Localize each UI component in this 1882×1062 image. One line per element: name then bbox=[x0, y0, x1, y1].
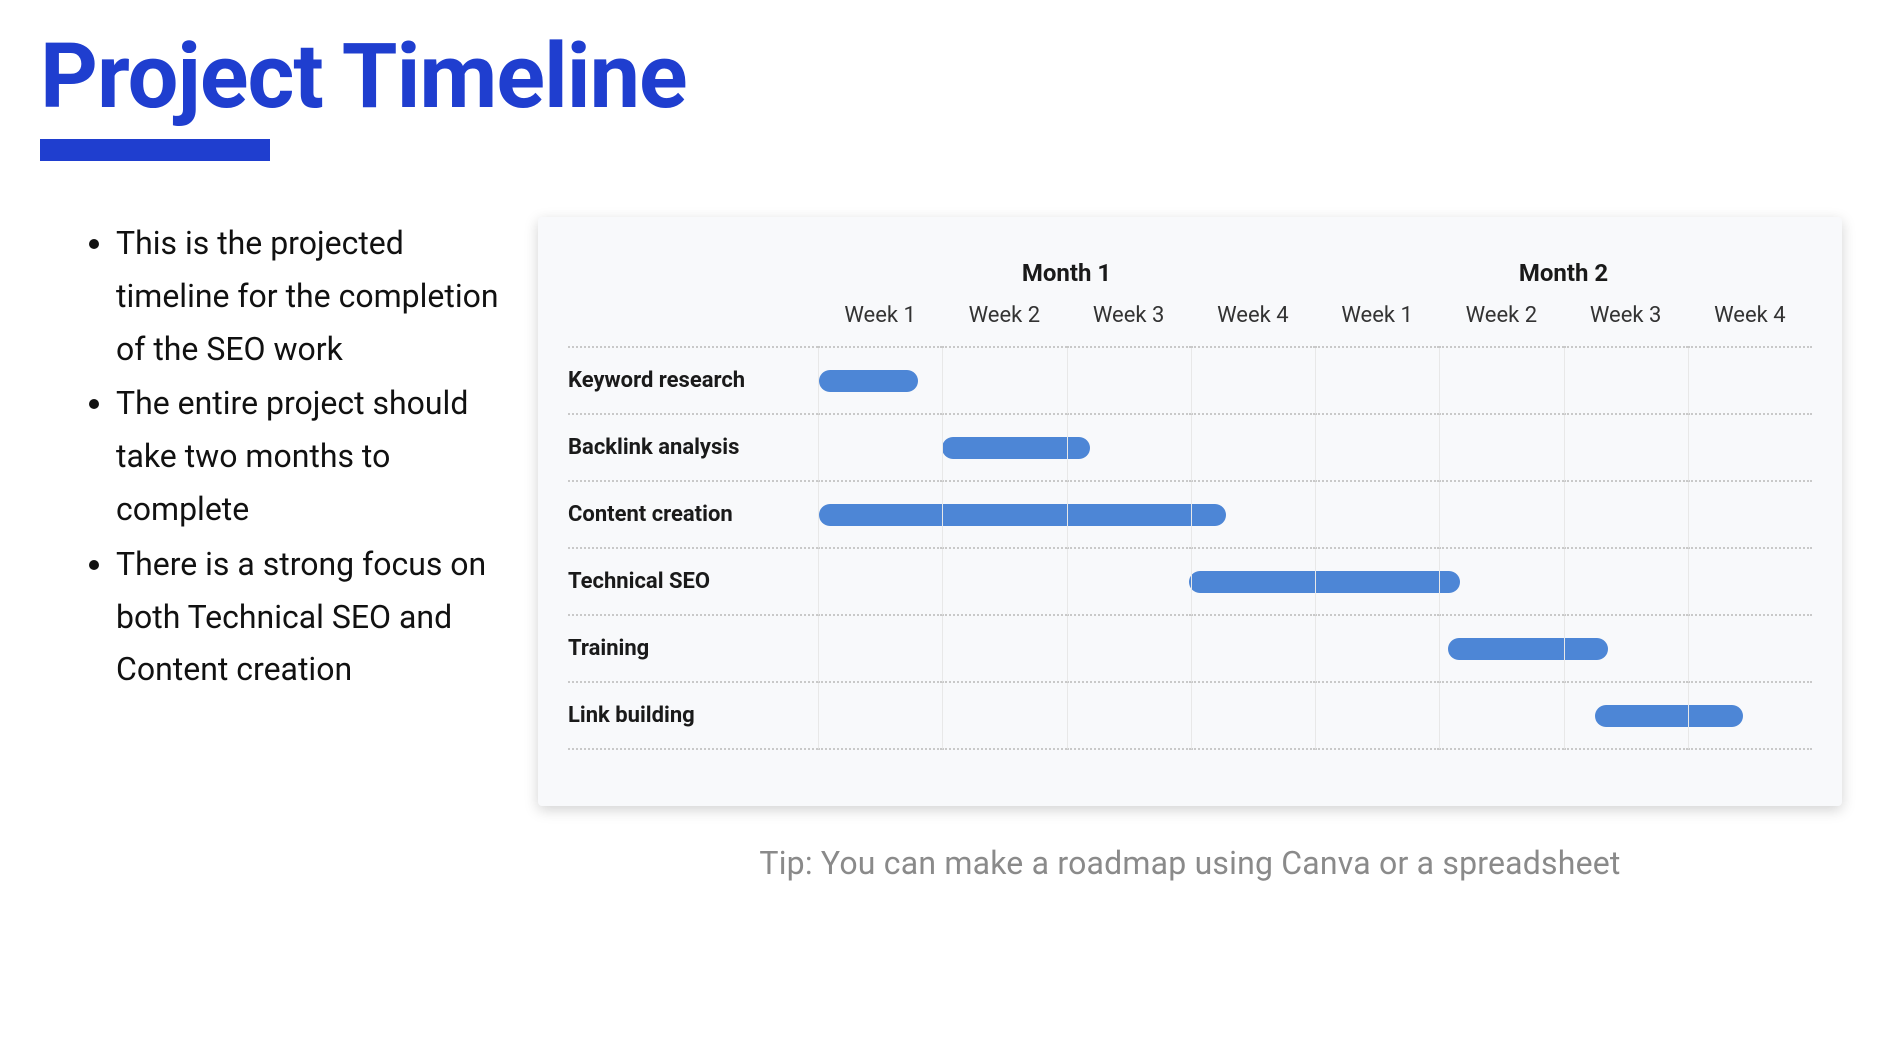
task-slot bbox=[1439, 616, 1563, 683]
task-slot bbox=[1067, 616, 1191, 683]
task-slot bbox=[1191, 348, 1315, 415]
bullet-list: This is the projected timeline for the c… bbox=[40, 217, 500, 698]
task-slot bbox=[1191, 482, 1315, 549]
bullet-item: This is the projected timeline for the c… bbox=[116, 217, 500, 375]
task-label: Link building bbox=[568, 683, 818, 750]
task-slot bbox=[1191, 616, 1315, 683]
tip-text: Tip: You can make a roadmap using Canva … bbox=[538, 844, 1842, 882]
task-slot bbox=[942, 482, 1066, 549]
task-slot bbox=[1564, 415, 1688, 482]
task-slot bbox=[1315, 482, 1439, 549]
task-slot bbox=[1067, 683, 1191, 750]
header-spacer bbox=[568, 301, 818, 348]
task-slot bbox=[1439, 482, 1563, 549]
task-slot bbox=[1688, 415, 1812, 482]
week-header: Week 2 bbox=[942, 301, 1066, 348]
title-underline bbox=[40, 139, 270, 161]
week-header: Week 4 bbox=[1688, 301, 1812, 348]
week-header: Week 2 bbox=[1439, 301, 1563, 348]
task-label: Content creation bbox=[568, 482, 818, 549]
task-slot bbox=[942, 415, 1066, 482]
task-slot bbox=[1315, 549, 1439, 616]
task-slot bbox=[1688, 549, 1812, 616]
task-slot bbox=[818, 348, 942, 415]
header-spacer bbox=[568, 251, 818, 301]
task-slot bbox=[1439, 415, 1563, 482]
task-slot bbox=[1315, 415, 1439, 482]
task-label: Keyword research bbox=[568, 348, 818, 415]
task-slot bbox=[1439, 348, 1563, 415]
task-slot bbox=[1688, 482, 1812, 549]
task-slot bbox=[818, 482, 942, 549]
task-slot bbox=[1439, 683, 1563, 750]
month-header: Month 2 bbox=[1315, 251, 1812, 301]
task-slot bbox=[942, 549, 1066, 616]
task-slot bbox=[1688, 348, 1812, 415]
task-slot bbox=[818, 549, 942, 616]
page-title: Project Timeline bbox=[40, 24, 1842, 129]
gantt-chart: Month 1Month 2Week 1Week 2Week 3Week 4We… bbox=[538, 217, 1842, 806]
bullet-item: There is a strong focus on both Technica… bbox=[116, 538, 500, 696]
task-label: Training bbox=[568, 616, 818, 683]
task-slot bbox=[1564, 549, 1688, 616]
task-slot bbox=[1067, 549, 1191, 616]
task-slot bbox=[818, 415, 942, 482]
task-slot bbox=[1688, 616, 1812, 683]
task-slot bbox=[1564, 482, 1688, 549]
task-slot bbox=[818, 683, 942, 750]
task-label: Backlink analysis bbox=[568, 415, 818, 482]
task-slot bbox=[1191, 549, 1315, 616]
week-header: Week 3 bbox=[1564, 301, 1688, 348]
chart-area: Month 1Month 2Week 1Week 2Week 3Week 4We… bbox=[538, 217, 1842, 882]
task-slot bbox=[942, 348, 1066, 415]
task-slot bbox=[1191, 415, 1315, 482]
bullet-item: The entire project should take two month… bbox=[116, 377, 500, 535]
task-slot bbox=[942, 616, 1066, 683]
task-slot bbox=[1067, 348, 1191, 415]
task-slot bbox=[1564, 616, 1688, 683]
month-header: Month 1 bbox=[818, 251, 1315, 301]
week-header: Week 1 bbox=[1315, 301, 1439, 348]
task-label: Technical SEO bbox=[568, 549, 818, 616]
week-header: Week 1 bbox=[818, 301, 942, 348]
task-slot bbox=[1564, 683, 1688, 750]
week-header: Week 4 bbox=[1191, 301, 1315, 348]
task-slot bbox=[1067, 482, 1191, 549]
task-slot bbox=[1315, 348, 1439, 415]
task-slot bbox=[1315, 683, 1439, 750]
content-row: This is the projected timeline for the c… bbox=[40, 217, 1842, 882]
week-header: Week 3 bbox=[1067, 301, 1191, 348]
task-slot bbox=[942, 683, 1066, 750]
task-slot bbox=[1315, 616, 1439, 683]
task-slot bbox=[1688, 683, 1812, 750]
task-slot bbox=[818, 616, 942, 683]
task-slot bbox=[1067, 415, 1191, 482]
task-slot bbox=[1191, 683, 1315, 750]
gantt-bar bbox=[819, 370, 918, 392]
slide: Project Timeline This is the projected t… bbox=[0, 0, 1882, 1062]
task-slot bbox=[1564, 348, 1688, 415]
task-slot bbox=[1439, 549, 1563, 616]
